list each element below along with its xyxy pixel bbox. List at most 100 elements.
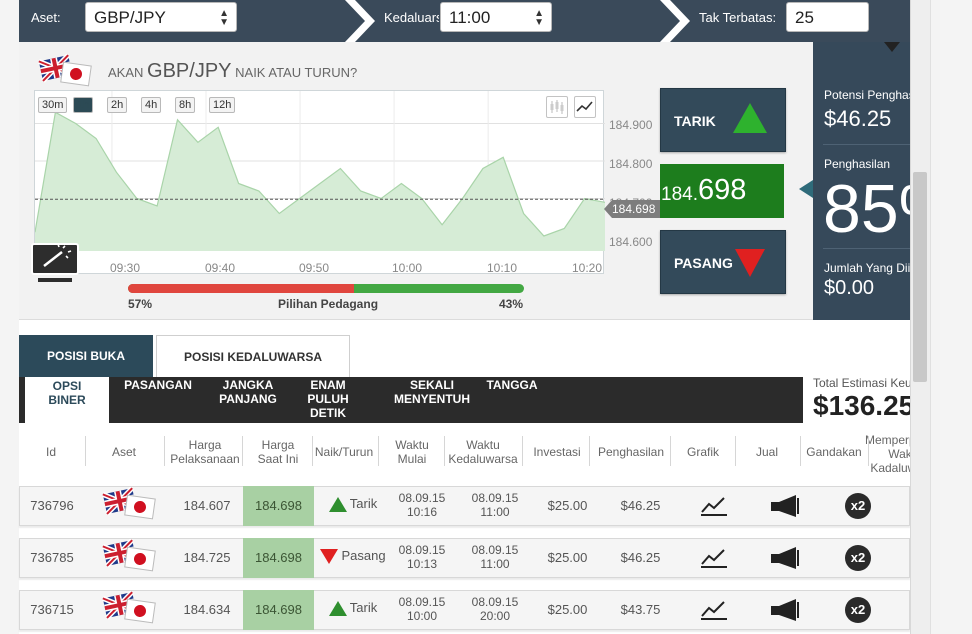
option-type-tab[interactable]: PASANGAN <box>120 378 196 392</box>
column-header-line: Penghasilan <box>597 445 665 459</box>
sell-megaphone-icon[interactable] <box>770 546 802 570</box>
up-arrow-icon <box>328 497 347 513</box>
prediction-question: AKAN GBP/JPY NAIK ATAU TURUN? <box>108 60 357 83</box>
start-time-cell: 08.09.15 10:00 <box>382 595 462 623</box>
option-type-tab[interactable]: OPSI BINER <box>22 377 112 423</box>
call-button-label: TARIK <box>674 113 716 129</box>
x-tick-label: 09:40 <box>205 261 236 275</box>
expiry-time: 20:00 <box>479 609 511 623</box>
call-button[interactable]: TARIK <box>660 88 786 152</box>
option-type-tab-label: DETIK <box>310 406 346 420</box>
option-type-tab-label: PANJANG <box>219 392 277 406</box>
column-header: Investasi <box>517 438 597 459</box>
investment-amount: $25.00 <box>547 498 588 513</box>
double-up-button[interactable]: x2 <box>845 545 871 571</box>
tab-open-positions[interactable]: POSISI BUKA <box>19 335 153 378</box>
strike-price: 184.725 <box>183 550 231 565</box>
timeframe-button-12h[interactable]: 12h <box>209 97 236 113</box>
position-id: 736785 <box>30 550 74 565</box>
magic-wand-screen-icon[interactable] <box>30 242 80 284</box>
asset-select[interactable]: GBP/JPY ▲ ▼ <box>85 2 237 32</box>
timeframe-button-30m[interactable]: 30m <box>38 97 68 113</box>
price-chart-svg <box>34 91 606 251</box>
window-right-margin <box>930 0 972 634</box>
direction-cell: Tarik <box>318 600 388 617</box>
up-arrow-icon <box>733 103 767 133</box>
column-header-line: Gandakan <box>806 445 862 459</box>
option-type-tab[interactable]: TANGGA <box>480 378 544 392</box>
header-separator <box>800 436 801 466</box>
option-type-tab-label: JANGKA <box>222 378 274 392</box>
double-up-button[interactable]: x2 <box>845 493 871 519</box>
current-price-cell: 184.698 <box>243 590 314 630</box>
expiry-time: 11:00 <box>480 557 510 571</box>
chart-graph-icon[interactable] <box>700 494 728 518</box>
column-header-line: Investasi <box>533 445 581 459</box>
expiry-date: 08.09.15 <box>471 543 519 557</box>
investment-amount: $25.00 <box>547 550 588 565</box>
info-panel-notch-icon <box>884 42 900 52</box>
invested-amount-value: $0.00 <box>824 277 875 299</box>
expiry-time: 11:00 <box>480 505 510 519</box>
direction-label: Pasang <box>341 548 386 563</box>
column-header: Aset <box>84 438 164 459</box>
chart-graph-icon[interactable] <box>700 598 728 622</box>
asset-select-value: GBP/JPY <box>94 8 166 27</box>
question-pair: GBP/JPY <box>147 60 232 82</box>
investment-amount-input[interactable]: 25 <box>786 2 869 32</box>
gbp-jpy-flags-icon <box>102 487 156 520</box>
option-type-tab[interactable]: JANGKA PANJANG <box>210 378 286 406</box>
option-type-tab[interactable]: SEKALI MENYENTUH <box>384 378 480 406</box>
put-button[interactable]: PASANG <box>660 230 786 294</box>
traders-choice-put-percent: 57% <box>128 297 153 311</box>
tab-expired-positions[interactable]: POSISI KEDALUWARSA <box>156 335 350 378</box>
direction-cell: Pasang <box>318 548 388 565</box>
column-header: Id <box>11 438 91 459</box>
current-price-big: 698 <box>698 174 747 206</box>
traders-choice-call-percent: 43% <box>499 297 524 311</box>
payout-amount: $46.25 <box>620 550 661 565</box>
option-type-tab-label: ENAM <box>310 378 346 392</box>
expiry-date: 08.09.15 <box>471 595 519 609</box>
scrollbar-thumb[interactable] <box>913 172 927 382</box>
start-time-cell: 08.09.15 10:16 <box>382 491 462 519</box>
sell-megaphone-icon[interactable] <box>770 494 802 518</box>
trading-page: Aset: GBP/JPY ▲▼ Kedaluarsa: 11:00 ▲▼ Ta… <box>0 0 972 634</box>
x-tick-label: 10:20 <box>572 261 603 275</box>
chart-graph-icon[interactable] <box>700 546 728 570</box>
select-caret-icon: ▲ ▼ <box>534 8 544 28</box>
payout-amount: $46.25 <box>620 498 661 513</box>
option-type-tab-label: TANGGA <box>486 378 538 392</box>
header-separator <box>868 436 869 466</box>
expiry-date: 08.09.15 <box>471 491 519 505</box>
timeframe-button-1h[interactable]: 1h <box>73 97 94 113</box>
timeframe-button-4h[interactable]: 4h <box>141 97 162 113</box>
option-type-tab[interactable]: ENAM PULUH DETIK <box>305 378 351 420</box>
header-separator <box>522 436 523 466</box>
expiry-time-cell: 08.09.15 11:00 <box>455 543 535 571</box>
double-up-button[interactable]: x2 <box>845 597 871 623</box>
put-button-label: PASANG <box>674 255 733 271</box>
direction-label: Tarik <box>349 600 378 615</box>
expiry-time-cell: 08.09.15 11:00 <box>455 491 535 519</box>
header-separator <box>589 436 590 466</box>
total-estimated-profit-value: $136.25 <box>813 390 915 421</box>
expiry-time-cell: 08.09.15 20:00 <box>455 595 535 623</box>
traders-choice-bar <box>128 284 524 293</box>
column-header-line: Aset <box>111 445 136 459</box>
window-left-margin <box>0 0 19 634</box>
info-divider <box>823 248 910 249</box>
candlestick-chart-button[interactable] <box>546 96 568 118</box>
timeframe-button-2h[interactable]: 2h <box>107 97 128 113</box>
expiry-label: Kedaluarsa: <box>384 10 439 25</box>
expiry-select[interactable]: 11:00 ▲ ▼ <box>440 2 552 32</box>
current-price-tag: 184.698 <box>604 200 660 218</box>
up-arrow-icon <box>328 601 347 617</box>
timeframe-button-8h[interactable]: 8h <box>175 97 196 113</box>
select-caret-icon: ▲ ▼ <box>219 8 229 28</box>
header-separator <box>242 436 243 466</box>
line-chart-button[interactable] <box>574 96 596 118</box>
gbp-jpy-flags-icon <box>102 539 156 572</box>
price-chart[interactable] <box>34 90 606 274</box>
sell-megaphone-icon[interactable] <box>770 598 802 622</box>
